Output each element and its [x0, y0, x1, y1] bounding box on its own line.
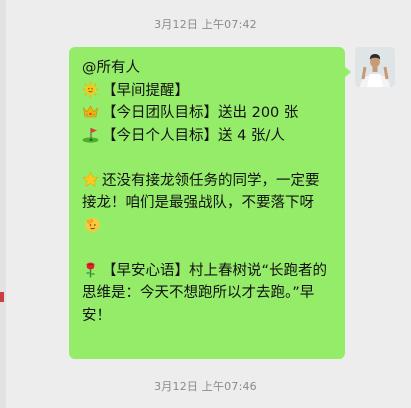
- personal-goal-text: 【今日个人目标】送 4 张/人: [102, 127, 285, 144]
- morning-reminder-line: 【早间提醒】: [82, 80, 333, 103]
- quote-text: 【早安心语】村上春树说“长跑者的思维是：今天不想跑所以才去跑。”早安！: [82, 262, 328, 324]
- rose-emoji-icon: [82, 261, 99, 278]
- glowing-star-emoji-icon: [82, 170, 99, 188]
- crown-emoji-icon: [82, 103, 99, 120]
- edge-marker: [0, 292, 4, 302]
- mention-line: @所有人: [82, 60, 140, 76]
- timestamp-top: 3月12日 上午07:42: [154, 18, 257, 31]
- morning-reminder-text: 【早间提醒】: [102, 82, 189, 99]
- personal-goal-line: 【今日个人目标】送 4 张/人: [82, 125, 333, 148]
- saluting-face-emoji-icon: [84, 216, 101, 233]
- message-bubble[interactable]: @所有人 【早间提醒】 【今日团队目标】送出 200 张 【今日个人目标】送 4…: [69, 47, 345, 359]
- sun-emoji-icon: [82, 81, 99, 98]
- bubble-tail: [344, 66, 351, 78]
- reminder-text: 还没有接龙领任务的同学，一定要接龙！咱们是最强战队，不要落下呀: [82, 172, 320, 212]
- left-edge-strip: [0, 0, 6, 408]
- team-goal-line: 【今日团队目标】送出 200 张: [82, 102, 333, 125]
- timestamp-bottom: 3月12日 上午07:46: [154, 380, 257, 393]
- quote-paragraph: 【早安心语】村上春树说“长跑者的思维是：今天不想跑所以才去跑。”早安！: [82, 260, 333, 328]
- team-goal-text: 【今日团队目标】送出 200 张: [102, 105, 299, 121]
- golf-flag-emoji-icon: [82, 126, 99, 143]
- reminder-paragraph: 还没有接龙领任务的同学，一定要接龙！咱们是最强战队，不要落下呀: [82, 170, 333, 238]
- avatar[interactable]: [355, 47, 395, 87]
